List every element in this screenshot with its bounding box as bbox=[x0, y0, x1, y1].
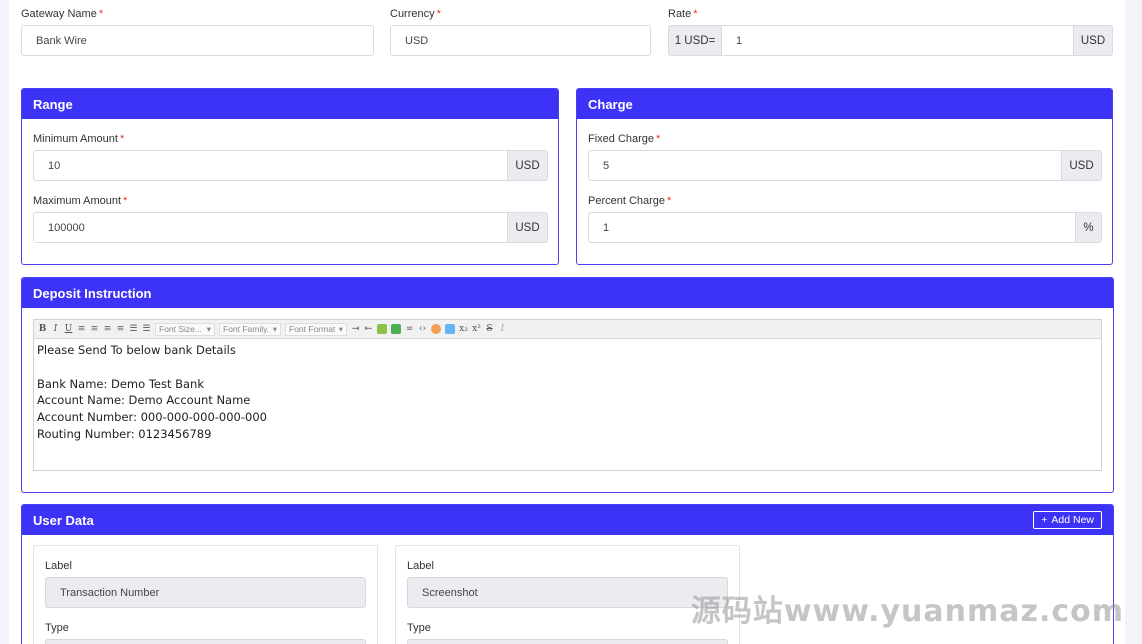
font-family-select[interactable]: Font Family. ▾ bbox=[219, 322, 281, 336]
link-icon[interactable]: ∞ bbox=[404, 324, 415, 334]
editor-line: Account Number: 000-000-000-000-000 bbox=[37, 410, 267, 425]
align-left-icon[interactable]: ≡ bbox=[76, 324, 87, 334]
font-size-select-label: Font Size... bbox=[159, 324, 202, 334]
user-data-field-1: Label Transaction Number Type bbox=[33, 545, 378, 644]
fixed-charge-label: Fixed Charge * bbox=[588, 133, 661, 145]
align-right-icon[interactable]: ≡ bbox=[102, 324, 113, 334]
image-icon[interactable] bbox=[445, 324, 455, 334]
remove-format-icon[interactable]: I bbox=[497, 324, 508, 334]
bold-icon[interactable]: B bbox=[37, 324, 48, 334]
indent-icon[interactable]: ⇥ bbox=[350, 324, 361, 334]
user-data-title-text: User Data bbox=[33, 512, 94, 528]
fixed-charge-suffix: USD bbox=[1061, 150, 1102, 181]
align-center-icon[interactable]: ≡ bbox=[89, 324, 100, 334]
watermark: 源码站www.yuanmaz.com bbox=[690, 594, 1124, 629]
font-size-select[interactable]: Font Size... ▾ bbox=[155, 322, 215, 336]
user-data-label-input[interactable]: Screenshot bbox=[407, 577, 728, 608]
gateway-name-label: Gateway Name * bbox=[21, 8, 104, 20]
percent-charge-value: 1 bbox=[603, 221, 610, 234]
editor-line: Bank Name: Demo Test Bank bbox=[37, 376, 205, 391]
fixed-charge-value: 5 bbox=[603, 159, 610, 172]
rate-label: Rate * bbox=[668, 8, 698, 20]
subscript-icon[interactable]: x₂ bbox=[458, 324, 469, 334]
rate-prefix: 1 USD= bbox=[668, 25, 722, 56]
currency-value: USD bbox=[405, 34, 429, 47]
underline-icon[interactable]: U bbox=[63, 324, 74, 334]
charge-card-title: Charge bbox=[577, 89, 1112, 119]
font-family-select-label: Font Family. bbox=[223, 324, 270, 334]
user-data-title: User Data + Add New bbox=[22, 505, 1113, 535]
user-data-type-input[interactable] bbox=[45, 639, 366, 644]
max-amount-label: Maximum Amount * bbox=[33, 195, 128, 207]
user-data-field-2: Label Screenshot Type bbox=[395, 545, 740, 644]
align-justify-icon[interactable]: ≡ bbox=[115, 324, 126, 334]
superscript-icon[interactable]: x² bbox=[471, 324, 482, 334]
max-amount-value: 100000 bbox=[48, 221, 85, 234]
gateway-name-value: Bank Wire bbox=[36, 34, 87, 47]
editor-toolbar: B I U ≡ ≡ ≡ ≡ ☰ ☰ Font Size... ▾ Font Fam… bbox=[34, 320, 1101, 339]
font-format-select-label: Font Format bbox=[289, 324, 336, 334]
min-amount-input[interactable]: 10 bbox=[33, 150, 508, 181]
paste-icon[interactable] bbox=[377, 324, 387, 334]
user-data-type-input[interactable] bbox=[407, 639, 728, 644]
editor-line: Please Send To below bank Details bbox=[37, 343, 236, 357]
min-amount-value: 10 bbox=[48, 159, 61, 172]
table-icon[interactable] bbox=[391, 324, 401, 334]
chevron-down-icon: ▾ bbox=[272, 323, 277, 334]
currency-input[interactable]: USD bbox=[390, 25, 651, 56]
rate-input[interactable]: 1 bbox=[721, 25, 1074, 56]
range-card-title: Range bbox=[22, 89, 558, 119]
percent-charge-suffix: % bbox=[1075, 212, 1102, 243]
add-new-label: Add New bbox=[1051, 514, 1094, 526]
max-amount-input[interactable]: 100000 bbox=[33, 212, 508, 243]
user-data-label-value: Screenshot bbox=[422, 586, 478, 599]
rate-value: 1 bbox=[736, 34, 743, 47]
ordered-list-icon[interactable]: ☰ bbox=[128, 324, 139, 334]
editor-line: Routing Number: 0123456789 bbox=[37, 426, 212, 441]
code-icon[interactable]: ‹› bbox=[417, 324, 428, 334]
chevron-down-icon: ▾ bbox=[338, 323, 343, 334]
plus-icon: + bbox=[1041, 514, 1048, 526]
currency-label: Currency * bbox=[390, 8, 441, 20]
strikethrough-icon[interactable]: S bbox=[484, 324, 495, 334]
min-amount-label: Minimum Amount * bbox=[33, 133, 125, 145]
user-data-type-caption: Type bbox=[407, 622, 431, 634]
percent-charge-label: Percent Charge * bbox=[588, 195, 672, 207]
percent-charge-input[interactable]: 1 bbox=[588, 212, 1076, 243]
user-data-label-input[interactable]: Transaction Number bbox=[45, 577, 366, 608]
editor-line: Account Name: Demo Account Name bbox=[37, 393, 251, 408]
max-amount-suffix: USD bbox=[507, 212, 548, 243]
deposit-instruction-card: Deposit Instruction B I U ≡ ≡ ≡ ≡ ☰ ☰ Fo… bbox=[21, 277, 1114, 493]
min-amount-suffix: USD bbox=[507, 150, 548, 181]
unordered-list-icon[interactable]: ☰ bbox=[141, 324, 152, 334]
user-data-label-value: Transaction Number bbox=[60, 586, 160, 599]
chevron-down-icon: ▾ bbox=[206, 323, 211, 334]
fixed-charge-input[interactable]: 5 bbox=[588, 150, 1062, 181]
deposit-instruction-title: Deposit Instruction bbox=[22, 278, 1113, 308]
gateway-form-page: Gateway Name * Bank Wire Currency * USD Ra… bbox=[9, 0, 1125, 644]
italic-icon[interactable]: I bbox=[50, 324, 61, 334]
font-format-select[interactable]: Font Format ▾ bbox=[285, 322, 347, 336]
gateway-name-input[interactable]: Bank Wire bbox=[21, 25, 374, 56]
deposit-instruction-editor[interactable]: B I U ≡ ≡ ≡ ≡ ☰ ☰ Font Size... ▾ Font Fam… bbox=[33, 319, 1102, 471]
color-icon[interactable] bbox=[431, 324, 441, 334]
charge-card: Charge Fixed Charge * 5 USD Percent Charg… bbox=[576, 88, 1113, 265]
outdent-icon[interactable]: ⇤ bbox=[363, 324, 374, 334]
user-data-label-caption: Label bbox=[45, 560, 72, 572]
add-new-button[interactable]: + Add New bbox=[1033, 511, 1102, 529]
range-card: Range Minimum Amount * 10 USD Maximum Amo… bbox=[21, 88, 559, 265]
editor-content[interactable]: Please Send To below bank Details Bank N… bbox=[34, 339, 1101, 446]
rate-suffix: USD bbox=[1073, 25, 1113, 56]
user-data-label-caption: Label bbox=[407, 560, 434, 572]
user-data-type-caption: Type bbox=[45, 622, 69, 634]
